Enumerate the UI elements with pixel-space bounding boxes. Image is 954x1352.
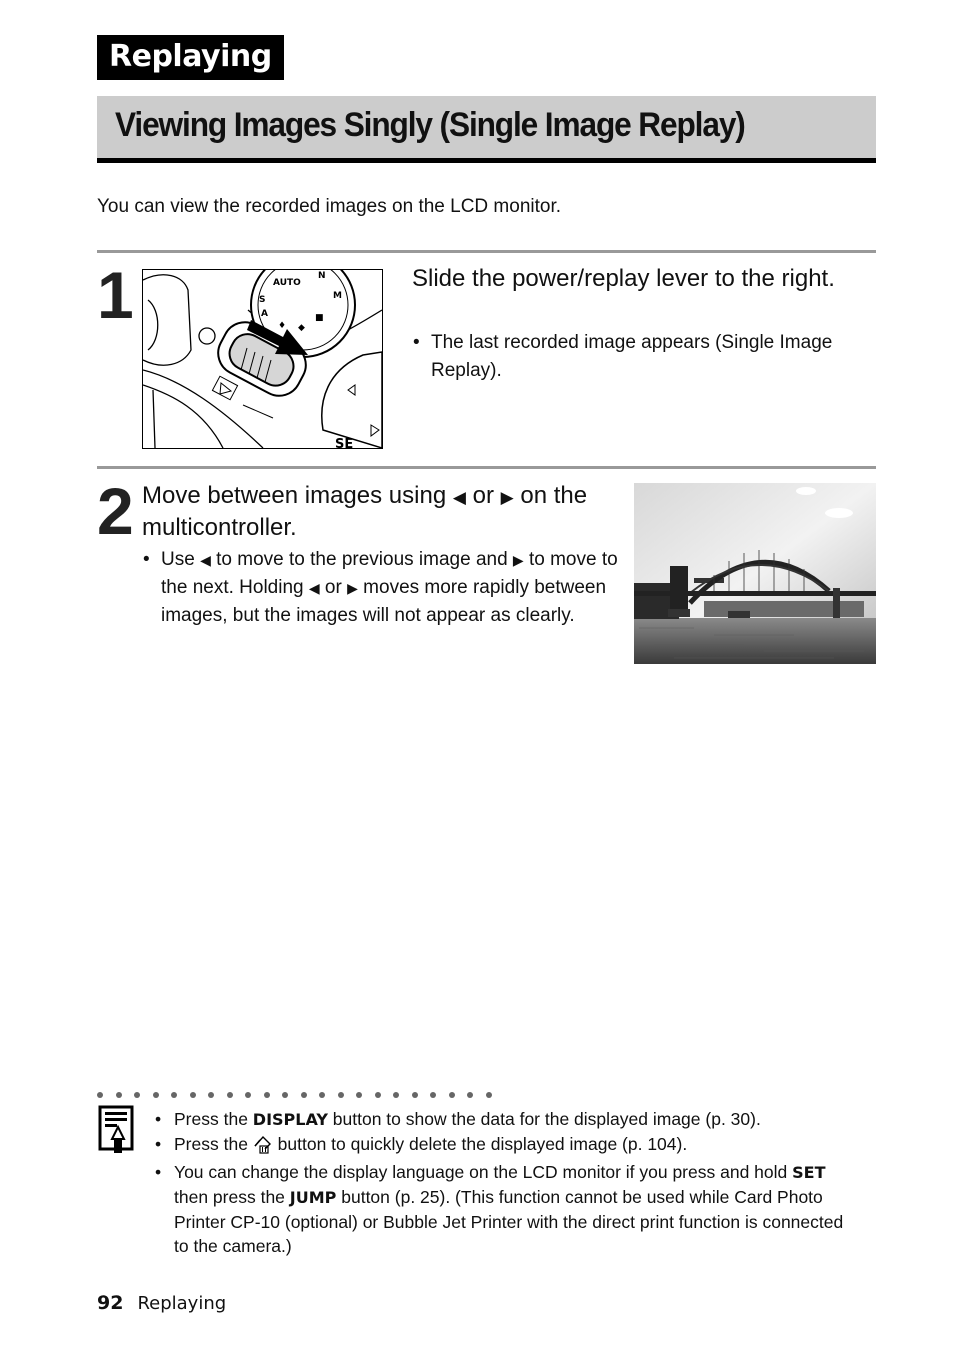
- right-arrow-icon: ▶: [347, 580, 358, 596]
- svg-text:♦: ♦: [278, 321, 286, 331]
- svg-text:M: M: [333, 291, 342, 301]
- note-item: • Press the DISPLAY button to show the da…: [155, 1107, 855, 1132]
- dotted-separator: [97, 1083, 504, 1102]
- bullet-marker: •: [413, 332, 420, 353]
- bullet-text: Use: [161, 549, 201, 570]
- display-button-label: DISPLAY: [252, 1110, 328, 1129]
- title-text: Move between images using: [142, 482, 453, 509]
- step-number: 1: [97, 258, 134, 332]
- notes-list: • Press the DISPLAY button to show the da…: [155, 1107, 855, 1258]
- page-footer: 92 Replaying: [97, 1292, 226, 1314]
- note-item: • Press the button to quickly delete the …: [155, 1132, 855, 1160]
- svg-text:N: N: [318, 271, 326, 281]
- bridge-photo: [634, 483, 876, 664]
- step-1-bullet-text: The last recorded image appears (Single …: [431, 332, 833, 381]
- bullet-text: or: [319, 577, 348, 598]
- left-arrow-icon: ◀: [200, 552, 211, 568]
- svg-text:A: A: [261, 309, 268, 319]
- right-arrow-icon: ▶: [500, 488, 514, 507]
- step-1-bullet: • The last recorded image appears (Singl…: [413, 329, 871, 385]
- camera-illustration: AUTO SA ♦ ◆ ■ MN SE: [143, 270, 382, 448]
- bullet-marker: •: [155, 1134, 162, 1154]
- title-text: or: [465, 482, 501, 509]
- svg-text:SE: SE: [335, 437, 353, 448]
- note-text: button to show the data for the displaye…: [327, 1109, 761, 1129]
- page-title-bar: Viewing Images Singly (Single Image Repl…: [97, 96, 876, 163]
- note-text: You can change the display language on t…: [174, 1162, 793, 1182]
- footer-section: Replaying: [137, 1293, 227, 1314]
- svg-text:AUTO: AUTO: [273, 278, 301, 288]
- svg-text:◆: ◆: [298, 323, 305, 333]
- page-title: Viewing Images Singly (Single Image Repl…: [115, 106, 746, 144]
- bullet-marker: •: [143, 549, 150, 570]
- bullet-marker: •: [155, 1162, 162, 1182]
- section-tab: Replaying: [97, 35, 284, 80]
- bullet-marker: •: [155, 1109, 162, 1129]
- step-divider: [97, 466, 876, 469]
- note-text: Press the: [174, 1134, 253, 1154]
- camera-lever-illustration: AUTO S A ♦ ◆ ■ MN SE: [142, 269, 383, 449]
- svg-text:S: S: [259, 295, 265, 305]
- right-arrow-icon: ▶: [512, 552, 524, 568]
- note-item: • You can change the display language on …: [155, 1160, 855, 1258]
- note-text: Press the: [174, 1109, 253, 1129]
- step-divider: [97, 250, 876, 253]
- left-arrow-icon: ◀: [308, 580, 320, 596]
- svg-text:■: ■: [315, 313, 324, 323]
- left-arrow-icon: ◀: [452, 488, 466, 507]
- erase-trash-icon: [253, 1134, 273, 1160]
- note-text: button to quickly delete the displayed i…: [272, 1134, 688, 1154]
- step-1-title: Slide the power/replay lever to the righ…: [412, 265, 835, 292]
- jump-button-label: JUMP: [289, 1188, 337, 1207]
- set-button-label: SET: [792, 1163, 826, 1182]
- bullet-text: to move to the previous image and: [210, 549, 513, 570]
- step-2-title: Move between images using ◀ or ▶ on the …: [142, 481, 622, 543]
- page-number: 92: [97, 1292, 124, 1314]
- bridge-photo-graphic: [634, 483, 876, 664]
- step-number: 2: [97, 474, 134, 548]
- note-text: then press the: [174, 1187, 290, 1207]
- step-2-bullet: • Use ◀ to move to the previous image and…: [143, 546, 621, 630]
- intro-text: You can view the recorded images on the …: [97, 196, 562, 217]
- memo-pencil-icon: [98, 1105, 136, 1159]
